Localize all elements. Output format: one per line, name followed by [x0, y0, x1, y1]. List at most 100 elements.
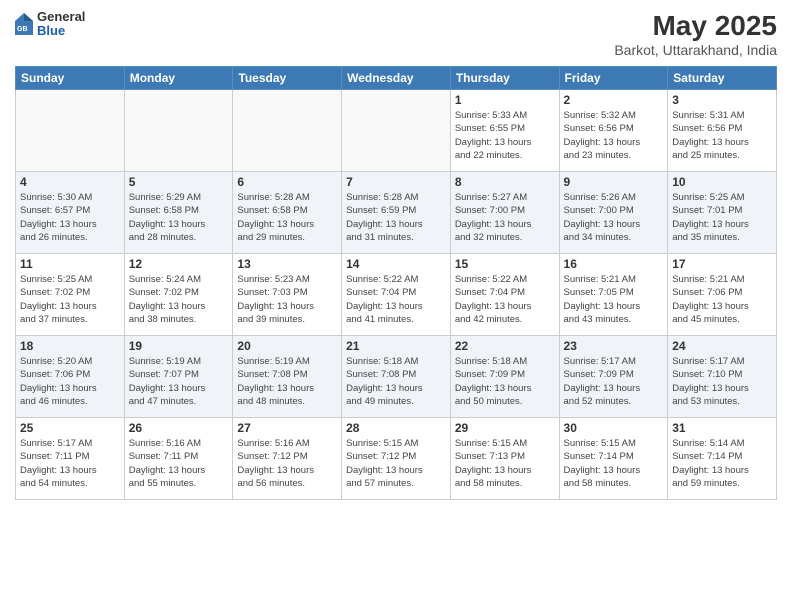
day-cell-11: 11 Sunrise: 5:25 AMSunset: 7:02 PMDayligh…	[16, 254, 125, 336]
cell-day-number: 21	[346, 339, 446, 353]
logo-blue: Blue	[37, 24, 85, 38]
cell-info: Sunrise: 5:18 AMSunset: 7:09 PMDaylight:…	[455, 355, 555, 408]
cell-info: Sunrise: 5:17 AMSunset: 7:10 PMDaylight:…	[672, 355, 772, 408]
empty-cell	[124, 90, 233, 172]
week-row-2: 4Sunrise: 5:30 AMSunset: 6:57 PMDaylight…	[16, 172, 777, 254]
day-header-wednesday: Wednesday	[342, 67, 451, 90]
cell-info: Sunrise: 5:32 AMSunset: 6:56 PMDaylight:…	[564, 109, 664, 162]
cell-info: Sunrise: 5:16 AMSunset: 7:11 PMDaylight:…	[129, 437, 229, 490]
day-header-tuesday: Tuesday	[233, 67, 342, 90]
cell-day-number: 16	[564, 257, 664, 271]
cell-day-number: 22	[455, 339, 555, 353]
day-cell-6: 6 Sunrise: 5:28 AMSunset: 6:58 PMDaylight…	[233, 172, 342, 254]
cell-day-number: 18	[20, 339, 120, 353]
day-cell-1: 1 Sunrise: 5:33 AMSunset: 6:55 PMDaylight…	[450, 90, 559, 172]
logo-icon: GB	[15, 13, 33, 35]
day-cell-3: 3Sunrise: 5:31 AMSunset: 6:56 PMDaylight…	[668, 90, 777, 172]
day-cell-21: 21 Sunrise: 5:18 AMSunset: 7:08 PMDayligh…	[342, 336, 451, 418]
cell-day-number: 4	[20, 175, 120, 189]
day-cell-10: 10 Sunrise: 5:25 AMSunset: 7:01 PMDayligh…	[668, 172, 777, 254]
cell-info: Sunrise: 5:27 AMSunset: 7:00 PMDaylight:…	[455, 191, 555, 244]
day-cell-28: 28Sunrise: 5:15 AMSunset: 7:12 PMDayligh…	[342, 418, 451, 500]
cell-info: Sunrise: 5:33 AMSunset: 6:55 PMDaylight:…	[455, 109, 555, 162]
cell-info: Sunrise: 5:31 AMSunset: 6:56 PMDaylight:…	[672, 109, 772, 162]
cell-day-number: 7	[346, 175, 446, 189]
cell-day-number: 15	[455, 257, 555, 271]
day-cell-13: 13 Sunrise: 5:23 AMSunset: 7:03 PMDayligh…	[233, 254, 342, 336]
logo: GB General Blue	[15, 10, 85, 39]
cell-info: Sunrise: 5:28 AMSunset: 6:58 PMDaylight:…	[237, 191, 337, 244]
cell-day-number: 27	[237, 421, 337, 435]
week-row-1: 1 Sunrise: 5:33 AMSunset: 6:55 PMDaylight…	[16, 90, 777, 172]
day-header-thursday: Thursday	[450, 67, 559, 90]
day-cell-18: 18 Sunrise: 5:20 AMSunset: 7:06 PMDayligh…	[16, 336, 125, 418]
cell-day-number: 2	[564, 93, 664, 107]
cell-info: Sunrise: 5:15 AMSunset: 7:13 PMDaylight:…	[455, 437, 555, 490]
cell-info: Sunrise: 5:19 AMSunset: 7:08 PMDaylight:…	[237, 355, 337, 408]
day-cell-17: 17 Sunrise: 5:21 AMSunset: 7:06 PMDayligh…	[668, 254, 777, 336]
day-cell-30: 30 Sunrise: 5:15 AMSunset: 7:14 PMDayligh…	[559, 418, 668, 500]
cell-info: Sunrise: 5:23 AMSunset: 7:03 PMDaylight:…	[237, 273, 337, 326]
cell-day-number: 5	[129, 175, 229, 189]
day-cell-27: 27 Sunrise: 5:16 AMSunset: 7:12 PMDayligh…	[233, 418, 342, 500]
cell-info: Sunrise: 5:26 AMSunset: 7:00 PMDaylight:…	[564, 191, 664, 244]
week-row-4: 18 Sunrise: 5:20 AMSunset: 7:06 PMDayligh…	[16, 336, 777, 418]
day-cell-29: 29 Sunrise: 5:15 AMSunset: 7:13 PMDayligh…	[450, 418, 559, 500]
cell-day-number: 20	[237, 339, 337, 353]
svg-text:GB: GB	[17, 26, 28, 33]
day-header-row: SundayMondayTuesdayWednesdayThursdayFrid…	[16, 67, 777, 90]
location: Barkot, Uttarakhand, India	[614, 42, 777, 58]
day-cell-7: 7Sunrise: 5:28 AMSunset: 6:59 PMDaylight…	[342, 172, 451, 254]
day-header-sunday: Sunday	[16, 67, 125, 90]
cell-info: Sunrise: 5:21 AMSunset: 7:06 PMDaylight:…	[672, 273, 772, 326]
cell-day-number: 29	[455, 421, 555, 435]
header: GB General Blue May 2025 Barkot, Uttarak…	[15, 10, 777, 58]
empty-cell	[342, 90, 451, 172]
day-cell-9: 9Sunrise: 5:26 AMSunset: 7:00 PMDaylight…	[559, 172, 668, 254]
cell-day-number: 6	[237, 175, 337, 189]
cell-info: Sunrise: 5:22 AMSunset: 7:04 PMDaylight:…	[455, 273, 555, 326]
week-row-5: 25 Sunrise: 5:17 AMSunset: 7:11 PMDayligh…	[16, 418, 777, 500]
day-cell-23: 23 Sunrise: 5:17 AMSunset: 7:09 PMDayligh…	[559, 336, 668, 418]
empty-cell	[233, 90, 342, 172]
cell-info: Sunrise: 5:29 AMSunset: 6:58 PMDaylight:…	[129, 191, 229, 244]
cell-info: Sunrise: 5:20 AMSunset: 7:06 PMDaylight:…	[20, 355, 120, 408]
cell-day-number: 8	[455, 175, 555, 189]
cell-day-number: 11	[20, 257, 120, 271]
month-title: May 2025	[614, 10, 777, 42]
day-cell-31: 31Sunrise: 5:14 AMSunset: 7:14 PMDayligh…	[668, 418, 777, 500]
cell-day-number: 12	[129, 257, 229, 271]
cell-info: Sunrise: 5:15 AMSunset: 7:14 PMDaylight:…	[564, 437, 664, 490]
cell-day-number: 30	[564, 421, 664, 435]
cell-info: Sunrise: 5:25 AMSunset: 7:02 PMDaylight:…	[20, 273, 120, 326]
cell-day-number: 17	[672, 257, 772, 271]
cell-info: Sunrise: 5:17 AMSunset: 7:11 PMDaylight:…	[20, 437, 120, 490]
cell-day-number: 23	[564, 339, 664, 353]
day-cell-25: 25 Sunrise: 5:17 AMSunset: 7:11 PMDayligh…	[16, 418, 125, 500]
day-cell-2: 2 Sunrise: 5:32 AMSunset: 6:56 PMDaylight…	[559, 90, 668, 172]
cell-day-number: 1	[455, 93, 555, 107]
cell-day-number: 26	[129, 421, 229, 435]
cell-info: Sunrise: 5:25 AMSunset: 7:01 PMDaylight:…	[672, 191, 772, 244]
day-header-saturday: Saturday	[668, 67, 777, 90]
logo-text: General Blue	[37, 10, 85, 39]
empty-cell	[16, 90, 125, 172]
logo-general: General	[37, 10, 85, 24]
day-cell-12: 12Sunrise: 5:24 AMSunset: 7:02 PMDayligh…	[124, 254, 233, 336]
day-cell-8: 8 Sunrise: 5:27 AMSunset: 7:00 PMDaylight…	[450, 172, 559, 254]
day-cell-5: 5 Sunrise: 5:29 AMSunset: 6:58 PMDaylight…	[124, 172, 233, 254]
day-cell-24: 24Sunrise: 5:17 AMSunset: 7:10 PMDayligh…	[668, 336, 777, 418]
cell-info: Sunrise: 5:16 AMSunset: 7:12 PMDaylight:…	[237, 437, 337, 490]
cell-day-number: 28	[346, 421, 446, 435]
day-cell-20: 20 Sunrise: 5:19 AMSunset: 7:08 PMDayligh…	[233, 336, 342, 418]
cell-info: Sunrise: 5:17 AMSunset: 7:09 PMDaylight:…	[564, 355, 664, 408]
cell-info: Sunrise: 5:14 AMSunset: 7:14 PMDaylight:…	[672, 437, 772, 490]
title-block: May 2025 Barkot, Uttarakhand, India	[614, 10, 777, 58]
cell-day-number: 25	[20, 421, 120, 435]
cell-info: Sunrise: 5:18 AMSunset: 7:08 PMDaylight:…	[346, 355, 446, 408]
cell-info: Sunrise: 5:19 AMSunset: 7:07 PMDaylight:…	[129, 355, 229, 408]
cell-day-number: 14	[346, 257, 446, 271]
calendar-table: SundayMondayTuesdayWednesdayThursdayFrid…	[15, 66, 777, 500]
cell-day-number: 13	[237, 257, 337, 271]
cell-day-number: 10	[672, 175, 772, 189]
